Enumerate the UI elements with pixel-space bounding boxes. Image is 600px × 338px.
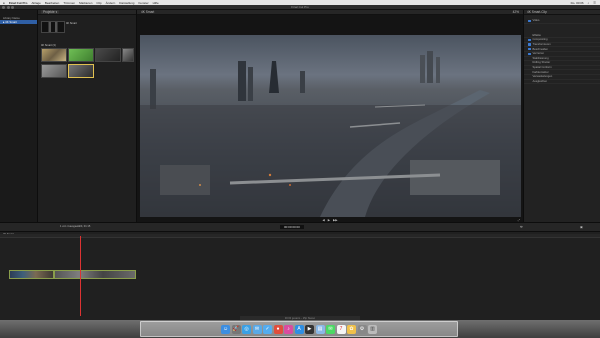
library-item-event[interactable]: ▸ 4K Smart	[0, 20, 37, 24]
viewer: 4K Smart 42% ◀ ▶ ▶▶ ⤢	[137, 10, 523, 222]
chrome-icon[interactable]: ●	[273, 324, 283, 334]
clip-thumbnail[interactable]	[122, 48, 134, 62]
inspector-row-label: Spatial Conform	[532, 66, 552, 70]
menu-item-markieren[interactable]: Markieren	[79, 1, 92, 5]
checkbox-icon[interactable]	[528, 80, 531, 83]
timeline-clip[interactable]	[54, 270, 136, 279]
inspector-row-label: Transformieren	[532, 43, 551, 47]
inspector-row-label: Ausgleichen	[532, 79, 548, 83]
browser-section-header: 4K Smart (3)	[41, 44, 56, 47]
menu-item-trimmen[interactable]: Trimmen	[63, 1, 75, 5]
playhead[interactable]	[80, 236, 81, 316]
video-frame[interactable]	[140, 35, 521, 217]
viewer-title: 4K Smart	[141, 10, 155, 14]
clip-thumbnail[interactable]	[68, 48, 94, 62]
checkbox-icon[interactable]	[528, 19, 531, 23]
photos-icon[interactable]: ✿	[347, 324, 356, 334]
viewer-header: 4K Smart 42%	[137, 10, 523, 15]
timecode-display[interactable]: 00:00:00:00	[280, 225, 304, 229]
preview-icon[interactable]: ▤	[315, 324, 325, 334]
checkbox-icon[interactable]	[528, 34, 531, 37]
inspector-row-label: Stabilisierung	[532, 56, 549, 60]
inspector-title: 4K Smart-Clip	[527, 10, 547, 14]
clip-thumbnail-selected[interactable]	[68, 64, 94, 78]
inspector-row-label: Beschneiden	[532, 47, 549, 51]
minimize-icon[interactable]	[6, 6, 10, 9]
effects-icon[interactable]: ▣	[580, 225, 583, 229]
project-thumbnail[interactable]	[41, 21, 65, 33]
event-browser: Projekte ▾ 4K Smart 4K Smart (3)	[38, 10, 137, 222]
browser-toolbar: Projekte ▾	[38, 10, 136, 15]
checkbox-icon[interactable]	[528, 75, 531, 78]
launchpad-icon[interactable]: 🚀	[231, 324, 241, 334]
timeline-clip[interactable]	[9, 270, 54, 279]
checkbox-icon[interactable]	[528, 71, 531, 74]
final-cut-icon[interactable]: ▶	[305, 324, 314, 334]
apple-icon[interactable]: ●	[3, 1, 5, 5]
menu-item-aendern[interactable]: Ändern	[106, 1, 116, 5]
finder-icon[interactable]: ☺	[221, 324, 230, 334]
menu-clock[interactable]: Do. 00:06	[571, 1, 584, 5]
checkbox-icon[interactable]	[528, 43, 531, 46]
tools-icon[interactable]: ⚒	[520, 225, 523, 229]
menu-item-ablage[interactable]: Ablage	[31, 1, 40, 5]
inspector-row-label: Rolling Shutter	[532, 61, 551, 65]
clip-thumbnail[interactable]	[95, 48, 121, 62]
browser-filter[interactable]: Projekte ▾	[41, 10, 60, 14]
menu-item-clip[interactable]: Clip	[96, 1, 101, 5]
inspector-row-label: Farbkorrektur	[532, 70, 549, 74]
clip-thumbnail[interactable]	[41, 48, 67, 62]
city-skyline-image	[140, 51, 521, 217]
inspector-row-label: Compositing	[532, 38, 548, 42]
menu-item-hilfe[interactable]: Hilfe	[153, 1, 159, 5]
inspector-row-label: Verwackelungen	[532, 75, 553, 79]
library-sidebar: Library Name ▸ 4K Smart	[0, 10, 38, 222]
app-store-icon[interactable]: A	[294, 324, 304, 334]
safari-icon[interactable]: ◎	[242, 324, 251, 334]
inspector-row-label: Effekte	[532, 33, 541, 37]
calendar-icon[interactable]: 7	[336, 324, 346, 334]
inspector-section-balance[interactable]: Ausgleichen	[524, 80, 600, 85]
checkbox-icon[interactable]	[528, 38, 531, 42]
checkbox-icon[interactable]	[528, 62, 531, 65]
menu-app-name[interactable]: Final Cut Pro	[9, 1, 28, 5]
spotlight-icon[interactable]: ⌕	[588, 1, 590, 5]
checkbox-icon[interactable]	[528, 66, 531, 69]
checkbox-icon[interactable]	[528, 57, 531, 60]
inspector-row-label: Verzerren	[532, 52, 545, 56]
selection-status: 1 von 4 ausgewählt, 01:15	[60, 225, 91, 228]
notification-icon[interactable]: ☰	[593, 1, 596, 5]
checkbox-icon[interactable]	[528, 52, 531, 56]
checkbox-icon[interactable]	[528, 47, 531, 51]
zoom-icon[interactable]	[11, 6, 14, 9]
settings-icon[interactable]: ⚙	[357, 324, 367, 334]
itunes-icon[interactable]: ♪	[284, 324, 293, 334]
messages-icon[interactable]: ✉	[326, 324, 335, 334]
project-label: 4K Smart	[66, 22, 77, 25]
clip-thumbnail[interactable]	[41, 64, 67, 78]
window-controls	[2, 6, 14, 9]
mail-icon[interactable]: ✉	[252, 324, 262, 334]
menu-item-bearbeiten[interactable]: Bearbeiten	[45, 1, 60, 5]
trash-icon[interactable]: ▥	[368, 324, 377, 334]
menu-item-darstellung[interactable]: Darstellung	[119, 1, 134, 5]
menu-item-fenster[interactable]: Fenster	[138, 1, 148, 5]
library-item-label: ▸ 4K Smart	[3, 20, 17, 24]
window-title: Final Cut Pro	[291, 5, 309, 9]
viewer-zoom[interactable]: 42%	[513, 10, 519, 14]
inspector: 4K Smart-Clip Video Effekte Compositing …	[523, 10, 600, 222]
timeline-ruler[interactable]	[0, 234, 600, 238]
dock: ☺ 🚀 ◎ ✉ ✓ ● ♪ A ▶ ▤ ✉ 7 ✿ ⚙ ▥	[140, 321, 458, 337]
close-icon[interactable]	[2, 6, 5, 9]
timeline-toolbar: 1 von 4 ausgewählt, 01:15 00:00:00:00 ⚒ …	[0, 222, 600, 232]
twitter-icon[interactable]: ✓	[263, 324, 272, 334]
inspector-row-label: Video	[532, 19, 540, 23]
